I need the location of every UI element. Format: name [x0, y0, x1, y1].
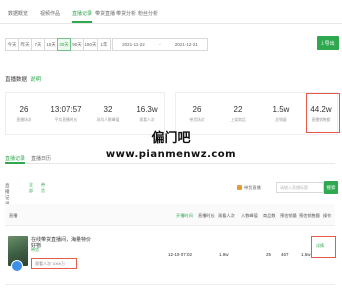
col-sales[interactable]: 预估销量 [280, 213, 297, 219]
subtab-live-records[interactable]: 直播记录 [5, 155, 25, 162]
live-subinfo: 观看人次 1069万 [31, 258, 77, 269]
tab-commerce-analysis[interactable]: 带货分析 [116, 10, 136, 17]
cell-start-time: 12-19 07:02 [168, 252, 193, 257]
export-button-label: 导出 [324, 40, 335, 47]
section-title: 直播数据 说明 [5, 75, 41, 83]
search-button[interactable]: 搜索 [324, 181, 338, 194]
cell-viewers: 1.9w [219, 252, 229, 257]
stat-total-sales: 1.5w 总销量 [272, 105, 290, 122]
download-icon: ⤓ [321, 40, 324, 46]
col-start-time[interactable]: 开播时间 [176, 213, 193, 219]
tab-commerce-live[interactable]: 带货直播 [95, 10, 115, 17]
top-tabs: 数据概览 视频作品 直播记录 带货直播 带货分析 粉丝分析 [0, 0, 342, 24]
date-range-picker[interactable]: 2021-11-22 - 2021-12-21 [112, 38, 208, 51]
range-180d[interactable]: 180天 [83, 38, 98, 51]
row-action-box: 详情 [311, 236, 336, 258]
date-separator: - [159, 42, 161, 47]
range-15d[interactable]: 15天 [44, 38, 58, 51]
cell-items: 25 [266, 252, 272, 257]
tab-videos[interactable]: 视频作品 [40, 10, 60, 17]
stat-live-count: 26 直播场次 [16, 105, 32, 122]
live-title[interactable]: 在线带货直播间，海量特价好物 [31, 237, 91, 249]
date-end: 2021-12-21 [174, 42, 198, 47]
range-yesterday[interactable]: 昨天 [18, 38, 32, 51]
col-peak[interactable]: 人数峰值 [241, 213, 258, 219]
table-row: 在线带货直播间，海量特价好物 带货 观看人次 1069万 12-19 07:02… [5, 228, 335, 274]
commerce-live-checkbox-label: 带货直播 [244, 185, 261, 190]
range-1y[interactable]: 1年 [97, 38, 111, 51]
export-button[interactable]: ⤓ 导出 [317, 36, 339, 50]
subtab-indicator [5, 162, 25, 164]
live-status-dot [11, 260, 23, 272]
table-row-next [5, 284, 335, 291]
cell-sales: 467 [281, 252, 289, 257]
range-today[interactable]: 今天 [5, 38, 19, 51]
col-items[interactable]: 商品数 [263, 213, 276, 219]
range-90d[interactable]: 90天 [70, 38, 84, 51]
tab-fans-analysis[interactable]: 粉丝分析 [138, 10, 158, 17]
filter-chip-commerce[interactable]: 带货 [41, 182, 45, 194]
date-start: 2021-11-22 [122, 42, 145, 47]
row-detail-link[interactable]: 详情 [316, 243, 324, 249]
watermark-text: 偏门吧 [151, 131, 191, 146]
stat-avg-duration: 13:07:57 平均直播时长 [50, 105, 82, 122]
col-duration[interactable]: 直播时长 [198, 213, 215, 219]
sub-tabs: 直播记录 直播日历 [5, 151, 335, 164]
col-live: 直播 [9, 213, 18, 218]
search-input[interactable]: 请输入直播标题 [276, 182, 324, 193]
live-subinfo-text: 观看人次 1069万 [35, 260, 66, 266]
col-viewers[interactable]: 观看人次 [218, 213, 235, 219]
search-button-label: 搜索 [326, 184, 336, 190]
section-help-link[interactable]: 说明 [30, 77, 41, 83]
range-30d[interactable]: 30天 [57, 38, 71, 51]
cell-revenue: 1.5w [301, 252, 311, 257]
tab-overview[interactable]: 数据概览 [8, 10, 28, 17]
search-placeholder: 请输入直播标题 [280, 184, 308, 190]
section-title-text: 直播数据 [5, 77, 28, 83]
col-actions: 操作 [323, 213, 332, 218]
stat-total-views: 16.3w 观看人次 [136, 105, 158, 122]
time-range-selector: 今天 昨天 7天 15天 30天 90天 180天 1年 [5, 38, 111, 51]
filter-chip-all[interactable]: 全部 [29, 182, 33, 194]
subtab-live-calendar[interactable]: 直播日历 [31, 155, 51, 162]
tab-live-records[interactable]: 直播记录 [72, 10, 92, 17]
live-tag: 带货 [31, 247, 39, 252]
commerce-live-checkbox[interactable] [237, 185, 242, 190]
stat-peak-viewers: 32 场均人数峰值 [96, 105, 120, 122]
stat-products: 22 上架商品 [230, 105, 246, 122]
range-7d[interactable]: 7天 [31, 38, 45, 51]
active-tab-indicator [72, 21, 92, 23]
table-header: 直播 开播时间 直播时长 观看人次 人数峰值 商品数 预估销量 预估销售额 操作 [5, 204, 335, 226]
col-revenue[interactable]: 预估销售额 [299, 213, 320, 219]
stat-commerce-count: 26 带货场次 [189, 105, 205, 122]
